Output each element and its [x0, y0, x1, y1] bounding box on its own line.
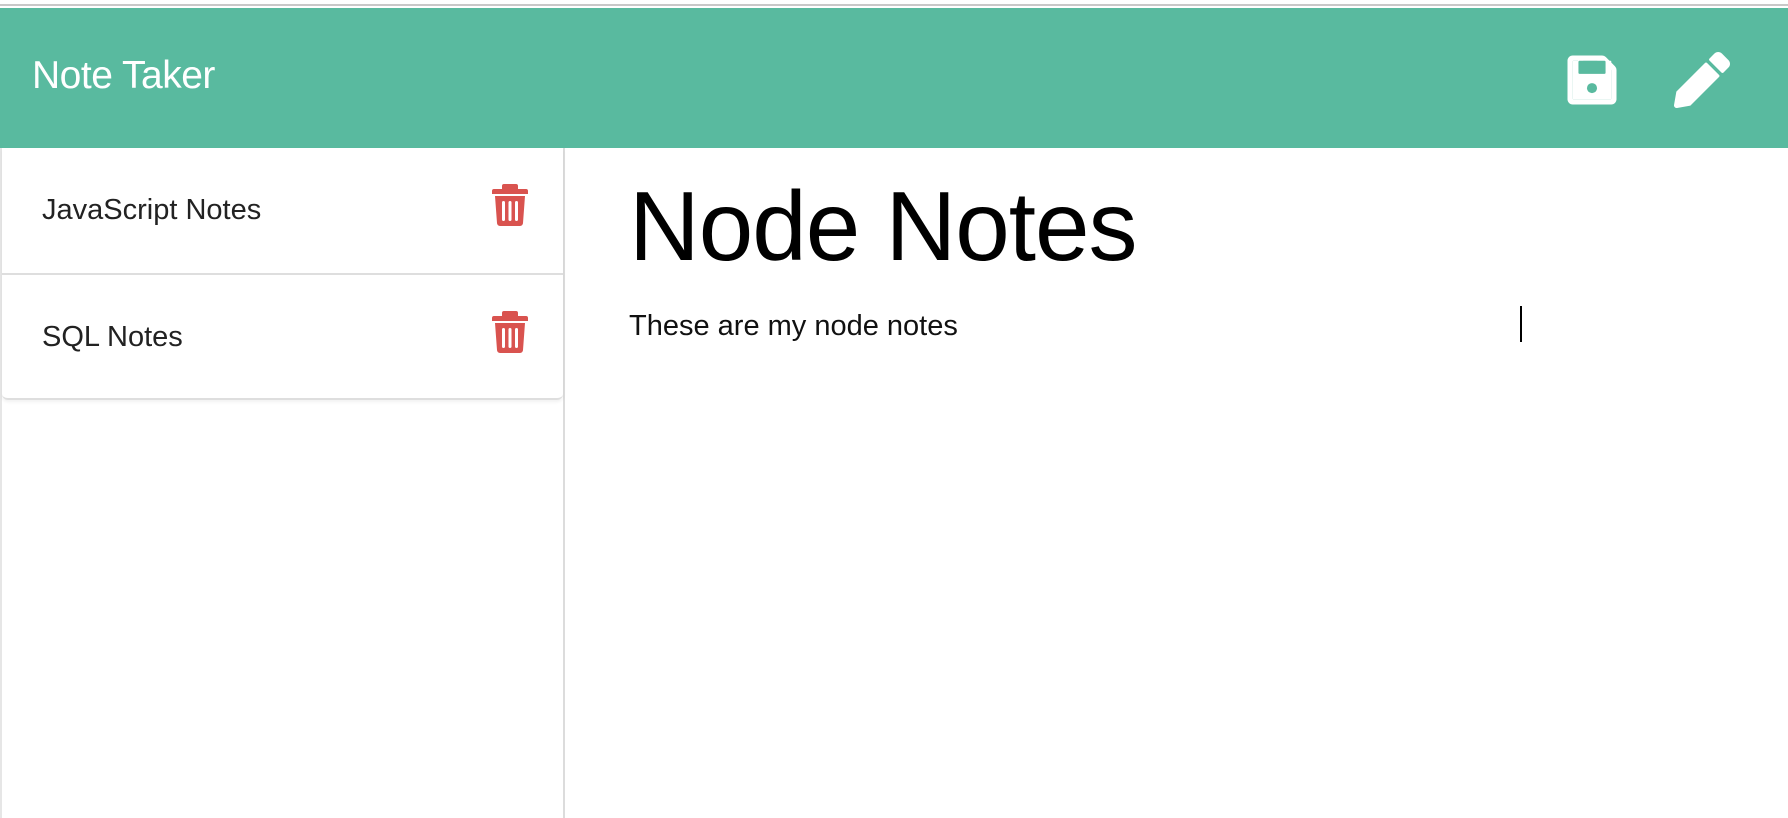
trash-icon[interactable] [492, 311, 528, 353]
window-top-border [0, 0, 1788, 6]
note-list: JavaScript Notes SQL Notes [2, 148, 563, 400]
trash-icon-graphic [492, 311, 528, 353]
pencil-icon [1674, 52, 1730, 108]
trash-icon-graphic [492, 184, 528, 226]
floppy-disk-icon [1567, 55, 1617, 105]
app-title[interactable]: Note Taker [32, 56, 215, 95]
note-title-input[interactable] [629, 170, 1729, 283]
trash-icon[interactable] [492, 184, 528, 226]
list-item-javascript-notes[interactable]: JavaScript Notes [2, 148, 563, 273]
note-body-textarea[interactable]: These are my node notes [629, 308, 1729, 768]
new-note-button[interactable] [1674, 52, 1730, 108]
list-item-sql-notes[interactable]: SQL Notes [2, 273, 563, 398]
note-title[interactable]: SQL Notes [42, 320, 183, 355]
note-title[interactable]: JavaScript Notes [42, 193, 261, 228]
notes-sidebar: JavaScript Notes SQL Notes [0, 148, 565, 818]
note-editor: These are my node notes [565, 148, 1788, 818]
text-cursor [1520, 306, 1522, 342]
navbar: Note Taker [0, 8, 1788, 148]
save-note-button[interactable] [1564, 52, 1620, 108]
